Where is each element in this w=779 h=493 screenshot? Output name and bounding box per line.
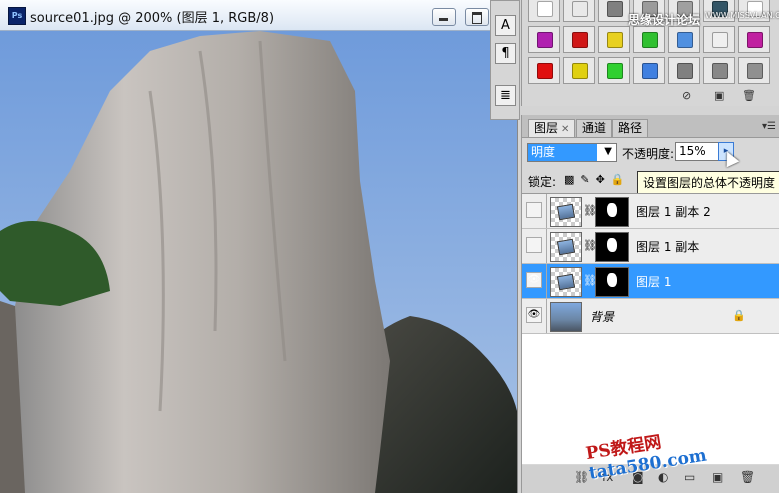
document-title: source01.jpg @ 200% (图层 1, RGB/8)	[30, 11, 275, 26]
layer-row[interactable]: ⛓ 图层 1 副本 2	[522, 194, 779, 229]
style-swatch-chip	[747, 63, 763, 79]
style-swatch[interactable]	[598, 26, 630, 53]
chevron-down-icon: ▼	[604, 146, 612, 157]
close-icon[interactable]: ✕	[561, 124, 569, 135]
blend-mode-select[interactable]: 明度 ▼	[527, 143, 617, 162]
style-swatch[interactable]	[528, 26, 560, 53]
style-swatch[interactable]	[633, 26, 665, 53]
tab-channels[interactable]: 通道	[576, 119, 613, 137]
lock-options: ▩ ✎ ✥ 🔒	[564, 172, 631, 186]
panel-tab-bar: 图层 ✕ 通道 路径 ▾☰	[522, 115, 779, 138]
style-swatch-chip	[537, 1, 553, 17]
style-swatch-chip	[677, 32, 693, 48]
style-swatch-chip	[712, 63, 728, 79]
style-swatch-chip	[607, 63, 623, 79]
layer-thumbnail	[550, 232, 582, 262]
opacity-label: 不透明度:	[622, 147, 675, 161]
maximize-icon	[472, 12, 482, 24]
style-swatch-chip	[572, 32, 588, 48]
minimize-button[interactable]	[432, 8, 456, 26]
eye-icon[interactable]: 👁	[526, 307, 542, 323]
opacity-tooltip: 设置图层的总体不透明度	[637, 171, 779, 194]
tab-paths[interactable]: 路径	[612, 119, 649, 137]
style-swatch[interactable]	[633, 57, 665, 84]
style-swatch-chip	[572, 1, 588, 17]
character-panel-button[interactable]: A	[495, 15, 516, 36]
layer-name: 图层 1 副本 2	[636, 205, 711, 219]
style-swatch[interactable]	[563, 57, 595, 84]
style-swatch[interactable]	[738, 57, 770, 84]
lock-pixels-icon[interactable]: ✎	[580, 173, 589, 186]
style-swatch[interactable]	[703, 26, 735, 53]
minimize-icon	[439, 18, 448, 21]
layer-row-selected[interactable]: 👁 ⛓ 图层 1	[522, 264, 779, 299]
lock-label: 锁定:	[528, 175, 557, 189]
style-swatch[interactable]	[563, 26, 595, 53]
style-swatch[interactable]	[738, 26, 770, 53]
style-swatch[interactable]	[668, 57, 700, 84]
style-swatch[interactable]	[668, 26, 700, 53]
tab-layers[interactable]: 图层 ✕	[528, 119, 576, 137]
style-swatch[interactable]	[598, 0, 630, 22]
layer-mask-thumbnail[interactable]	[595, 232, 629, 262]
lock-all-icon[interactable]: 🔒	[611, 173, 625, 186]
style-swatch-chip	[642, 32, 658, 48]
layer-name: 图层 1	[636, 275, 672, 289]
layer-mask-thumbnail[interactable]	[595, 267, 629, 297]
layer-mask-thumbnail[interactable]	[595, 197, 629, 227]
clear-style-icon[interactable]: ⊘	[682, 89, 691, 102]
style-swatch-chip	[642, 63, 658, 79]
blend-mode-value: 明度	[528, 144, 597, 161]
layer-row-background[interactable]: 👁 背景 🔒	[522, 299, 779, 334]
style-swatch-chip	[677, 63, 693, 79]
eye-icon[interactable]: 👁	[526, 272, 542, 288]
image-canvas[interactable]	[0, 31, 517, 493]
layer-thumbnail	[550, 197, 582, 227]
layer-name: 背景	[590, 310, 615, 324]
new-layer-icon[interactable]: ▣	[712, 470, 723, 484]
watermark-forum: 思缘设计论坛	[628, 13, 701, 27]
visibility-toggle[interactable]	[526, 202, 542, 218]
tab-channels-label: 通道	[582, 121, 607, 135]
layer-thumbnail	[550, 267, 582, 297]
layer-row[interactable]: ⛓ 图层 1 副本	[522, 229, 779, 264]
style-swatch-chip	[607, 1, 623, 17]
style-swatch-chip	[537, 32, 553, 48]
document-window: Ps source01.jpg @ 200% (图层 1, RGB/8)	[0, 0, 518, 493]
style-swatch-chip	[537, 63, 553, 79]
style-swatch-chip	[747, 32, 763, 48]
style-swatch[interactable]	[528, 0, 560, 22]
tab-paths-label: 路径	[618, 121, 643, 135]
photoshop-icon: Ps	[8, 7, 26, 25]
style-swatch[interactable]	[598, 57, 630, 84]
paragraph-panel-button[interactable]: ¶	[495, 43, 516, 64]
styles-footer: ⊘ ▣ 🗑	[522, 87, 779, 105]
style-swatch[interactable]	[563, 0, 595, 22]
style-swatch[interactable]	[703, 57, 735, 84]
lock-transparent-icon[interactable]: ▩	[564, 173, 574, 186]
layer-name: 图层 1 副本	[636, 240, 700, 254]
new-style-icon[interactable]: ▣	[714, 89, 724, 102]
lock-position-icon[interactable]: ✥	[596, 173, 605, 186]
delete-layer-icon[interactable]: 🗑	[740, 470, 755, 484]
new-group-icon[interactable]: ▭	[684, 470, 695, 484]
watermark-url: WWW.MISSVUAN.COM	[705, 11, 779, 20]
delete-style-icon[interactable]: 🗑	[742, 89, 756, 102]
visibility-toggle[interactable]	[526, 237, 542, 253]
maximize-button[interactable]	[465, 8, 489, 26]
panel-menu-icon[interactable]: ▾☰	[762, 121, 776, 132]
background-thumbnail	[550, 302, 582, 332]
lock-icon: 🔒	[732, 309, 746, 322]
style-swatch-chip	[607, 32, 623, 48]
link-layers-icon[interactable]: ⛓	[574, 470, 589, 484]
tab-layers-label: 图层	[534, 121, 559, 135]
style-swatch[interactable]	[528, 57, 560, 84]
notes-panel-button[interactable]: ≣	[495, 85, 516, 106]
opacity-input[interactable]: 15%	[675, 142, 720, 161]
style-swatch-chip	[712, 32, 728, 48]
side-tool-panel: A ¶ ≣	[490, 0, 520, 120]
document-title-bar[interactable]: Ps source01.jpg @ 200% (图层 1, RGB/8)	[0, 0, 517, 31]
style-swatch-chip	[572, 63, 588, 79]
